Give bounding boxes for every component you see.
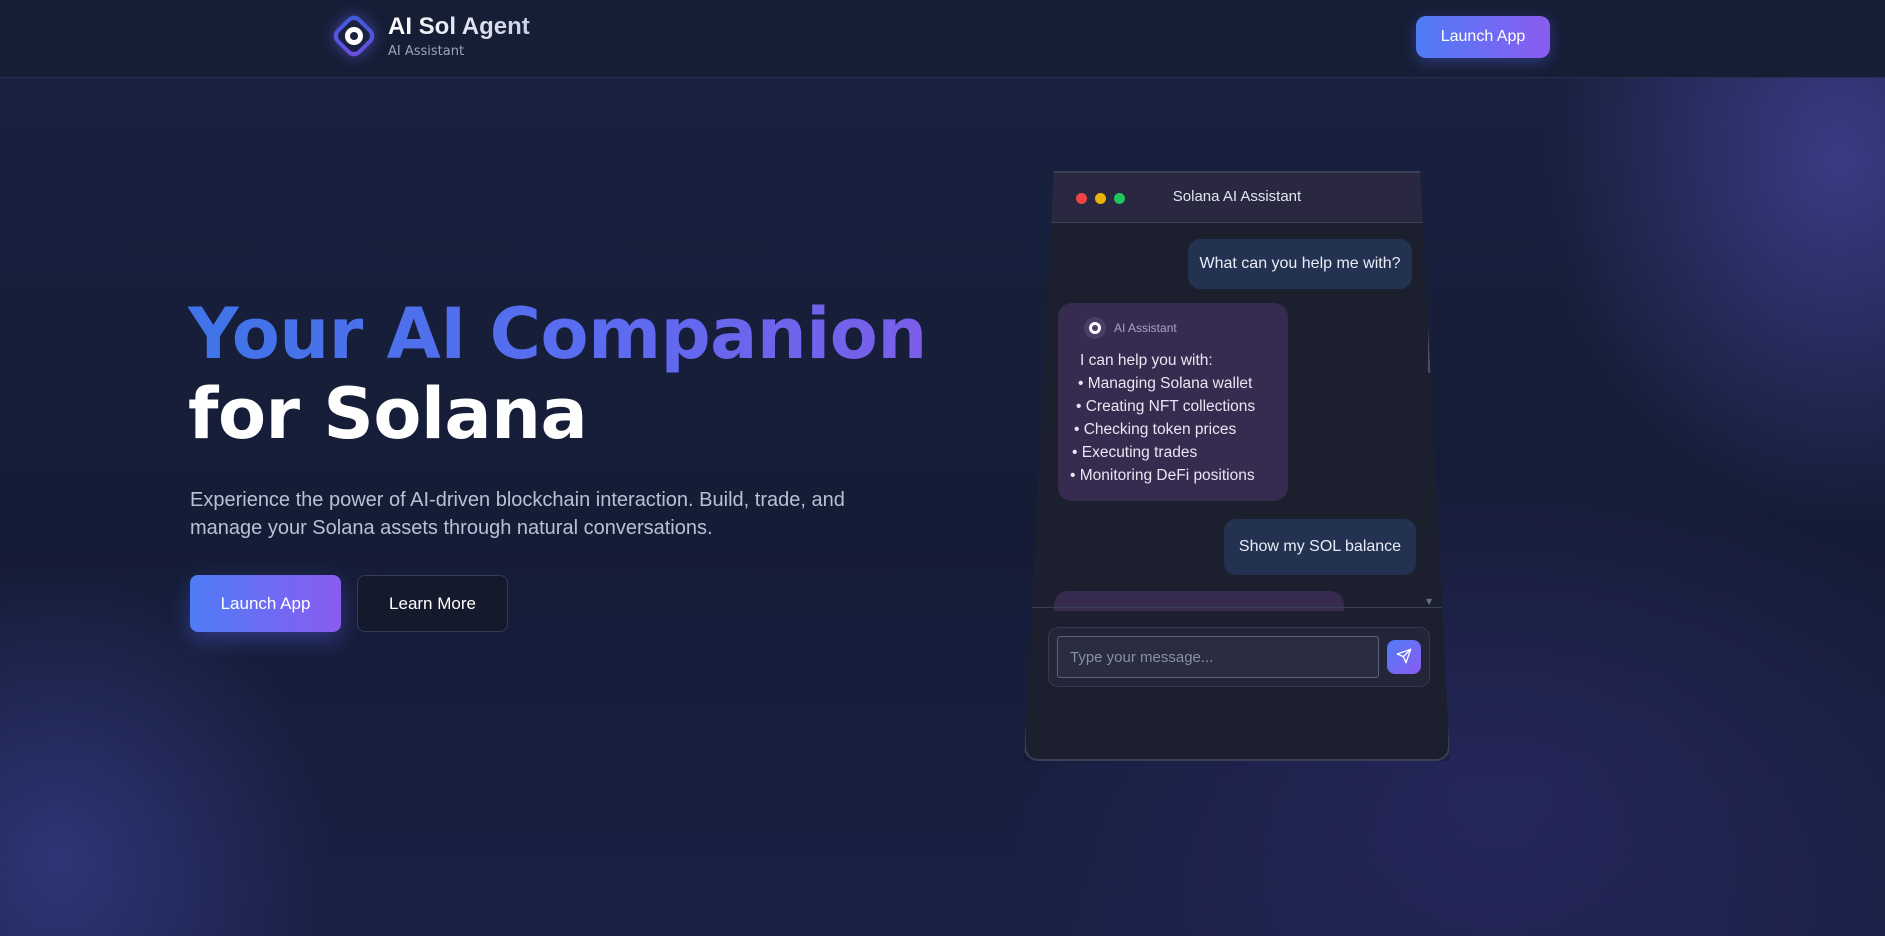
assistant-line: • Monitoring DeFi positions [1070, 467, 1255, 484]
chat-divider [1026, 607, 1448, 608]
page-background [0, 0, 1885, 936]
chat-window-title: Solana AI Assistant [1172, 188, 1302, 205]
send-button[interactable] [1387, 640, 1421, 674]
chat-composer [1048, 627, 1430, 687]
assistant-message-body: I can help you with: • Managing Solana w… [1070, 349, 1256, 487]
assistant-message-partial [1054, 591, 1344, 611]
learn-more-button[interactable]: Learn More [357, 575, 508, 632]
top-navbar: AI Sol Agent AI Assistant Launch App [0, 0, 1885, 78]
assistant-sender-name: AI Assistant [1114, 321, 1177, 335]
user-message: Show my SOL balance [1224, 519, 1416, 575]
chat-titlebar: Solana AI Assistant [1026, 173, 1448, 223]
assistant-line: • Creating NFT collections [1076, 398, 1256, 415]
brand-subtitle: AI Assistant [388, 44, 465, 59]
scroll-down-arrow-icon[interactable]: ▼ [1426, 597, 1432, 606]
assistant-line: • Checking token prices [1074, 421, 1237, 438]
message-input[interactable] [1057, 636, 1379, 678]
send-arrow-icon [1396, 648, 1412, 667]
assistant-line: I can help you with: [1080, 352, 1213, 369]
assistant-line: • Executing trades [1072, 444, 1198, 461]
target-logo-icon [329, 11, 379, 61]
hero-title-line1: Your AI Companion [188, 293, 927, 375]
user-message: What can you help me with? [1188, 239, 1412, 289]
assistant-message: AI Assistant I can help you with: • Mana… [1058, 303, 1288, 501]
chat-window: Solana AI Assistant ▼ What can you help … [1024, 171, 1450, 761]
assistant-avatar-icon [1084, 317, 1106, 339]
hero-launch-app-button[interactable]: Launch App [190, 575, 341, 632]
brand[interactable]: AI Sol Agent AI Assistant [329, 11, 530, 61]
brand-title: AI Sol Agent [388, 13, 530, 40]
assistant-line: • Managing Solana wallet [1078, 375, 1253, 392]
hero-title-line2: for Solana [188, 373, 588, 455]
nav-launch-app-button[interactable]: Launch App [1416, 16, 1550, 58]
hero-title: Your AI Companion for Solana [188, 294, 927, 454]
hero-description: Experience the power of AI-driven blockc… [190, 489, 845, 539]
